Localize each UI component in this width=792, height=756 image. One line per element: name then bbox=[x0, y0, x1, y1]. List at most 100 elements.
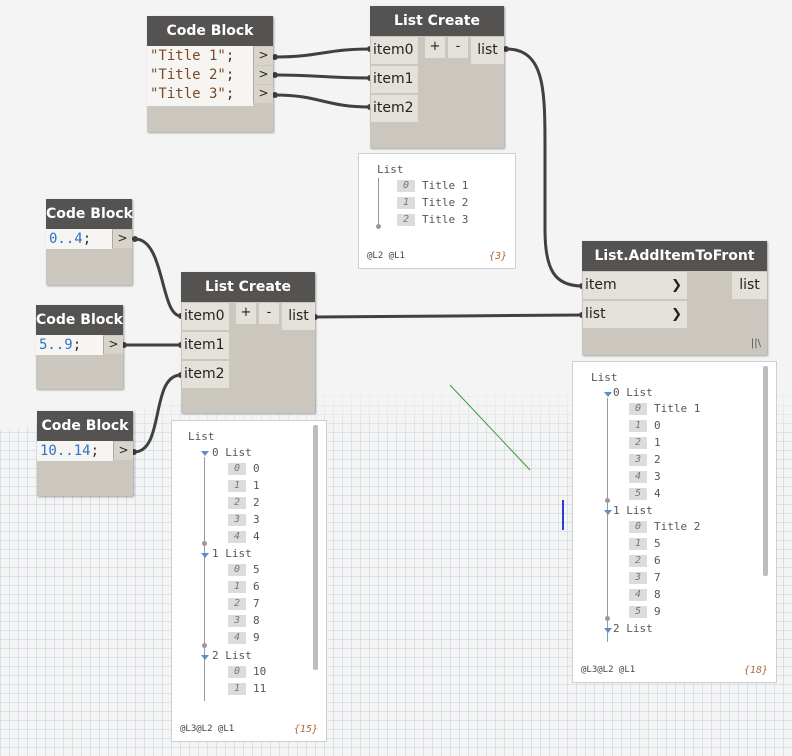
list-value: 0 bbox=[253, 462, 260, 475]
node-title: List Create bbox=[181, 272, 315, 302]
node-title: Code Block bbox=[37, 411, 133, 441]
index-badge: 1 bbox=[397, 197, 415, 209]
input-port-item0[interactable]: item0 bbox=[371, 37, 418, 64]
input-port-item2[interactable]: item2 bbox=[371, 95, 418, 122]
list-value: 6 bbox=[253, 580, 260, 593]
output-port-list[interactable]: list bbox=[471, 37, 504, 64]
output-port[interactable]: > bbox=[112, 230, 132, 248]
add-input-button[interactable]: + bbox=[236, 303, 256, 324]
list-create-node-middle[interactable]: List Create item0 item1 item2 + - list bbox=[181, 272, 315, 413]
code-line[interactable]: "Title 3"; bbox=[150, 85, 234, 103]
scrollbar[interactable] bbox=[313, 425, 318, 670]
output-port-list[interactable]: list bbox=[282, 303, 315, 330]
input-port-item1[interactable]: item1 bbox=[182, 332, 229, 359]
preview-bubble-top[interactable]: List 0 Title 1 1 Title 2 2 Title 3 @L2 @… bbox=[358, 153, 516, 269]
node-title: Code Block bbox=[36, 305, 123, 335]
list-value: 11 bbox=[253, 682, 267, 695]
list-value: 9 bbox=[253, 631, 260, 644]
list-value: 4 bbox=[654, 487, 661, 500]
output-port-list[interactable]: list bbox=[732, 272, 767, 299]
code-line[interactable]: 5..9; bbox=[39, 336, 81, 354]
list-value: 3 bbox=[253, 513, 260, 526]
index-badge: 2 bbox=[629, 555, 647, 567]
index-badge: 2 bbox=[629, 437, 647, 449]
list-value: Title 3 bbox=[422, 213, 469, 226]
index-badge: 3 bbox=[629, 572, 647, 584]
index-badge: 1 bbox=[629, 538, 647, 550]
preview-bubble-right[interactable]: List 0 List 0 Title 1 1 0 2 1 3 2 4 3 5 … bbox=[572, 361, 777, 683]
output-port[interactable]: > bbox=[253, 66, 273, 84]
remove-input-button[interactable]: - bbox=[259, 303, 279, 324]
code-line[interactable]: "Title 1"; bbox=[150, 47, 234, 65]
code-block-titles[interactable]: Code Block "Title 1"; > "Title 2"; > "Ti… bbox=[147, 16, 273, 132]
input-port-list[interactable]: list ❯ bbox=[583, 301, 687, 328]
remove-input-button[interactable]: - bbox=[448, 37, 468, 58]
sublist-label: 1 List bbox=[212, 547, 252, 560]
input-port-item1[interactable]: item1 bbox=[371, 66, 418, 93]
list-value: 8 bbox=[253, 614, 260, 627]
sublist-label: 0 List bbox=[613, 386, 653, 399]
index-badge: 2 bbox=[228, 598, 246, 610]
item-count: {3} bbox=[488, 251, 507, 262]
output-port[interactable]: > bbox=[253, 85, 273, 103]
code-line[interactable]: 10..14; bbox=[40, 442, 99, 460]
output-port[interactable]: > bbox=[113, 442, 133, 460]
list-value: 0 bbox=[654, 419, 661, 432]
list-value: 4 bbox=[253, 530, 260, 543]
add-item-to-front-node[interactable]: List.AddItemToFront item ❯ list ❯ list ||\ bbox=[582, 241, 767, 355]
list-value: Title 2 bbox=[654, 520, 701, 533]
scrollbar[interactable] bbox=[763, 366, 768, 576]
chevron-right-icon: ❯ bbox=[671, 307, 682, 322]
sublist-label: 2 List bbox=[613, 622, 653, 635]
index-badge: 0 bbox=[397, 180, 415, 192]
index-badge: 1 bbox=[228, 480, 246, 492]
list-root-label: List bbox=[591, 371, 618, 384]
index-badge: 0 bbox=[629, 403, 647, 415]
index-badge: 3 bbox=[228, 615, 246, 627]
lacing-indicator[interactable]: ||\ bbox=[751, 338, 761, 349]
input-port-item0[interactable]: item0 bbox=[182, 303, 229, 330]
list-value: 2 bbox=[253, 496, 260, 509]
output-port[interactable]: > bbox=[103, 336, 123, 354]
index-badge: 5 bbox=[629, 488, 647, 500]
index-badge: 1 bbox=[228, 581, 246, 593]
list-value: 7 bbox=[253, 597, 260, 610]
node-title: List.AddItemToFront bbox=[582, 241, 767, 271]
code-line[interactable]: "Title 2"; bbox=[150, 66, 234, 84]
list-value: Title 1 bbox=[422, 179, 469, 192]
node-title: Code Block bbox=[46, 199, 133, 229]
input-port-item[interactable]: item ❯ bbox=[583, 272, 687, 299]
code-block-range-0-4[interactable]: Code Block 0..4; > bbox=[46, 199, 133, 285]
list-value: 10 bbox=[253, 665, 267, 678]
item-count: {15} bbox=[293, 724, 318, 735]
code-line[interactable]: 0..4; bbox=[49, 230, 91, 248]
list-value: 3 bbox=[654, 470, 661, 483]
index-badge: 4 bbox=[228, 531, 246, 543]
sublist-label: 1 List bbox=[613, 504, 653, 517]
list-value: 6 bbox=[654, 554, 661, 567]
index-badge: 3 bbox=[228, 514, 246, 526]
code-block-range-5-9[interactable]: Code Block 5..9; > bbox=[36, 305, 123, 389]
index-badge: 2 bbox=[228, 497, 246, 509]
index-badge: 5 bbox=[629, 606, 647, 618]
sublist-label: 2 List bbox=[212, 649, 252, 662]
list-levels: @L3@L2 @L1 bbox=[180, 724, 235, 734]
list-value: 1 bbox=[253, 479, 260, 492]
list-root-label: List bbox=[377, 163, 404, 176]
list-levels: @L3@L2 @L1 bbox=[581, 665, 636, 675]
output-port[interactable]: > bbox=[253, 47, 273, 65]
index-badge: 4 bbox=[629, 471, 647, 483]
list-value: 9 bbox=[654, 605, 661, 618]
index-badge: 4 bbox=[629, 589, 647, 601]
preview-bubble-middle[interactable]: List 0 List 0 0 1 1 2 2 3 3 4 4 1 List 0… bbox=[171, 420, 327, 742]
list-create-node-top[interactable]: List Create item0 item1 item2 + - list bbox=[370, 6, 504, 148]
item-count: {18} bbox=[743, 665, 768, 676]
code-block-range-10-14[interactable]: Code Block 10..14; > bbox=[37, 411, 133, 496]
add-input-button[interactable]: + bbox=[425, 37, 445, 58]
list-root-label: List bbox=[188, 430, 215, 443]
sublist-label: 0 List bbox=[212, 446, 252, 459]
input-port-item2[interactable]: item2 bbox=[182, 361, 229, 388]
index-badge: 0 bbox=[228, 666, 246, 678]
list-value: 5 bbox=[253, 563, 260, 576]
list-value: 2 bbox=[654, 453, 661, 466]
